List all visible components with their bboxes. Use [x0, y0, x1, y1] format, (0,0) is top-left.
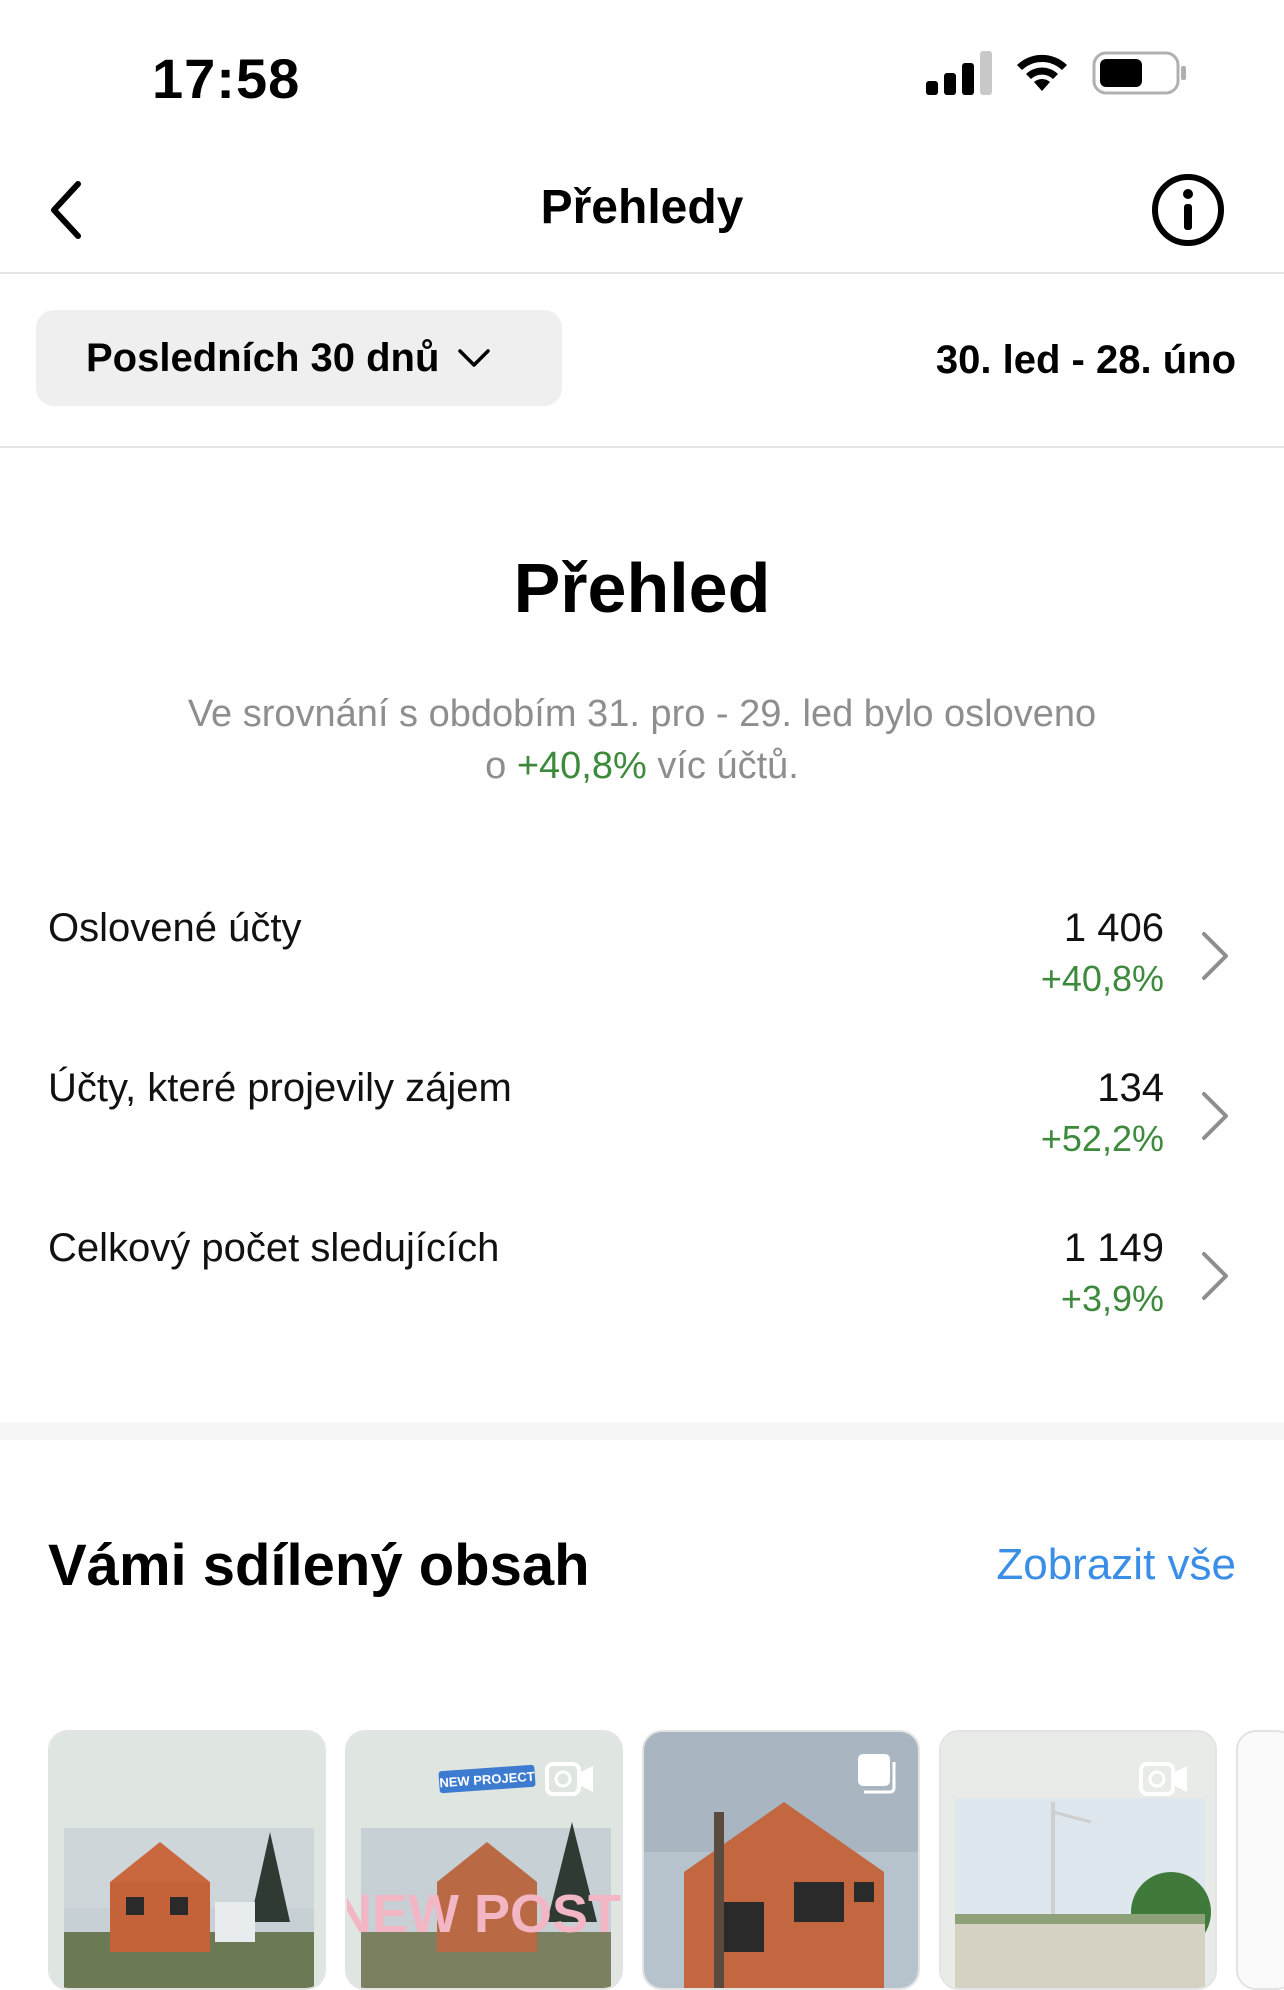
- overview-desc-prefix: o: [485, 745, 517, 787]
- metric-row-reached-accounts[interactable]: Oslovené účty 1 406 +40,8%: [0, 906, 1284, 1046]
- overview-description: Ve srovnání s obdobím 31. pro - 29. led …: [100, 688, 1184, 792]
- info-button[interactable]: [1148, 170, 1228, 250]
- info-icon: [1152, 174, 1224, 246]
- metric-row-total-followers[interactable]: Celkový počet sledujících 1 149 +3,9%: [0, 1226, 1284, 1366]
- metric-label: Celkový počet sledujících: [48, 1226, 500, 1270]
- shared-content-title: Vámi sdílený obsah: [48, 1533, 590, 1598]
- date-range: 30. led - 28. úno: [935, 338, 1236, 382]
- nav-bar: Přehledy: [0, 150, 1284, 274]
- metric-change: +3,9%: [1060, 1278, 1164, 1319]
- overview-desc-text: Ve srovnání s obdobím 31. pro - 29. led …: [187, 693, 1097, 735]
- post-thumbnail-house[interactable]: [48, 1730, 326, 1990]
- poster-text: NEW POST: [347, 1884, 621, 1944]
- metric-row-engaged-accounts[interactable]: Účty, které projevily zájem 134 +52,2%: [0, 1066, 1284, 1206]
- metric-label: Účty, které projevily zájem: [48, 1066, 512, 1110]
- post-thumbnail-new-post[interactable]: NEW PROJECT NEW POST: [345, 1730, 623, 1990]
- page-title: Přehledy: [540, 181, 744, 234]
- battery-icon: [1092, 51, 1186, 95]
- period-dropdown[interactable]: Posledních 30 dnů: [36, 310, 562, 406]
- metric-label: Oslovené účty: [48, 906, 302, 950]
- post-thumbnail-partial[interactable]: [1236, 1730, 1284, 1990]
- chevron-right-icon: [1202, 1092, 1228, 1140]
- status-icons: [926, 50, 1188, 96]
- status-bar: 17:58: [0, 0, 1284, 150]
- cellular-signal-icon: [926, 51, 992, 95]
- filter-row: Posledních 30 dnů 30. led - 28. úno: [0, 274, 1284, 448]
- post-thumbnail-construction-site[interactable]: [939, 1730, 1217, 1990]
- overview-desc-highlight: +40,8%: [516, 745, 647, 787]
- post-thumbnail-house-closeup[interactable]: [642, 1730, 920, 1990]
- overview-title: Přehled: [513, 549, 771, 627]
- chevron-right-icon: [1202, 932, 1228, 980]
- overview-desc-suffix: víc účtů.: [646, 745, 799, 787]
- metric-value: 1 406: [1063, 906, 1164, 950]
- chevron-down-icon: [457, 348, 491, 368]
- metric-value: 1 149: [1063, 1226, 1164, 1270]
- period-label: Posledních 30 dnů: [86, 335, 440, 380]
- status-time: 17:58: [152, 47, 301, 110]
- chevron-right-icon: [1202, 1252, 1228, 1300]
- section-divider: [0, 1422, 1284, 1440]
- see-all-link[interactable]: Zobrazit vše: [996, 1540, 1236, 1590]
- wifi-icon: [1017, 54, 1067, 91]
- metric-value: 134: [1097, 1066, 1164, 1110]
- metric-change: +40,8%: [1040, 958, 1164, 999]
- metric-change: +52,2%: [1040, 1118, 1164, 1159]
